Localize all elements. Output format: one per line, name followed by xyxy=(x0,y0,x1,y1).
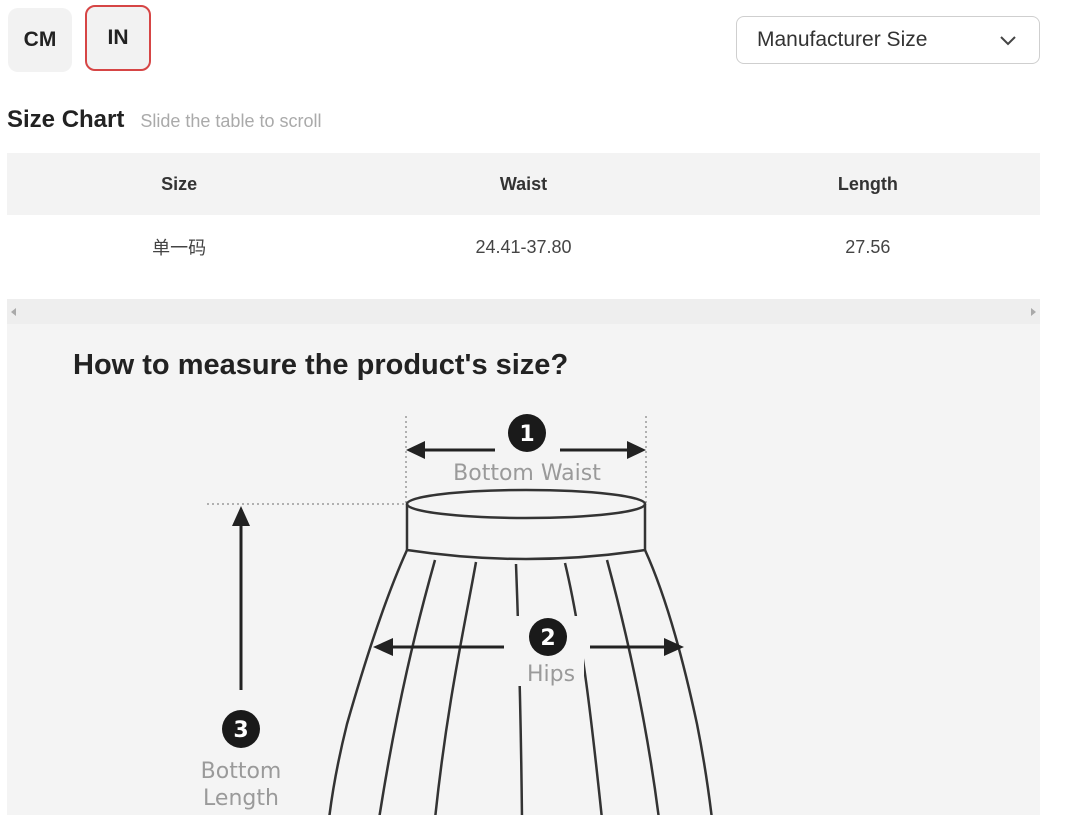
arrow-left-icon[interactable] xyxy=(7,305,21,319)
column-header-size: Size xyxy=(161,173,198,194)
svg-text:1: 1 xyxy=(519,422,534,447)
step-3-label-line-1: Bottom xyxy=(201,759,282,784)
size-chart-heading: Size Chart Slide the table to scroll xyxy=(7,106,321,134)
skirt-measure-diagram: 1 Bottom Waist 3 Bottom Length 2 Hips xyxy=(201,414,713,815)
scroll-hint: Slide the table to scroll xyxy=(140,111,322,131)
size-system-select[interactable]: Manufacturer Size xyxy=(736,16,1040,64)
length-arrow xyxy=(232,506,250,690)
table-header-row: Size Waist Length xyxy=(7,153,1040,215)
column-header-waist: Waist xyxy=(499,173,548,194)
horizontal-scrollbar[interactable] xyxy=(7,299,1040,324)
unit-in-button[interactable]: IN xyxy=(85,5,151,71)
step-3-label-line-2: Length xyxy=(203,786,279,811)
svg-text:2: 2 xyxy=(540,626,555,651)
arrow-right-icon[interactable] xyxy=(1026,305,1040,319)
column-header-length: Length xyxy=(837,173,898,194)
size-system-value: Manufacturer Size xyxy=(757,28,928,51)
cell-waist: 24.41-37.80 xyxy=(475,236,572,257)
cell-length: 27.56 xyxy=(845,236,891,257)
size-table-container: Size Waist Length 单一码 24.41-37.80 27.56 xyxy=(7,153,1040,279)
chevron-down-icon xyxy=(997,29,1019,51)
step-1-label: Bottom Waist xyxy=(453,461,601,486)
cell-size: 单一码 xyxy=(152,238,207,258)
size-chart-title: Size Chart xyxy=(7,106,125,133)
measure-guide: How to measure the product's size? 1 Bot… xyxy=(7,324,1040,815)
step-1-badge: 1 xyxy=(508,414,546,452)
unit-cm-button[interactable]: CM xyxy=(8,8,72,72)
table-row: 单一码 24.41-37.80 27.56 xyxy=(7,215,1040,279)
size-table: Size Waist Length 单一码 24.41-37.80 27.56 xyxy=(7,153,1040,279)
svg-text:3: 3 xyxy=(233,718,248,743)
step-2-label: Hips xyxy=(527,662,575,687)
step-3-badge: 3 xyxy=(222,710,260,748)
